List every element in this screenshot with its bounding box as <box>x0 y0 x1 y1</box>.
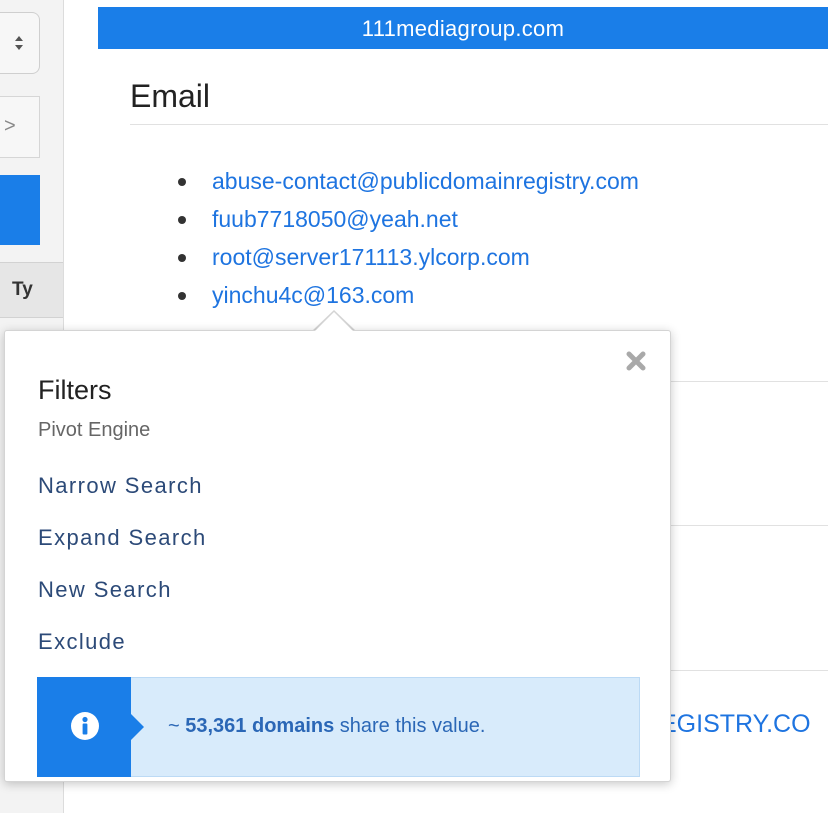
email-link[interactable]: yinchu4c@163.com <box>176 278 639 316</box>
chevron-right-icon: > <box>4 115 16 137</box>
info-count: 53,361 domains <box>185 715 335 737</box>
email-list: abuse-contact@publicdomainregistry.com f… <box>176 164 639 316</box>
divider <box>130 124 828 125</box>
registrar-link[interactable]: EGISTRY.CO <box>660 710 811 739</box>
sort-select[interactable] <box>0 12 40 74</box>
primary-button[interactable] <box>0 175 40 245</box>
info-prefix: ~ <box>168 715 186 737</box>
expand-search-link[interactable]: Expand Search <box>38 525 207 551</box>
popover-arrow <box>314 312 354 332</box>
domain-header: 111mediagroup.com <box>98 7 828 49</box>
column-header-label: Ty <box>12 279 33 300</box>
popover-subtitle: Pivot Engine <box>38 419 151 441</box>
email-link[interactable]: fuub7718050@yeah.net <box>176 202 639 240</box>
new-search-link[interactable]: New Search <box>38 577 172 603</box>
info-text: ~ 53,361 domains share this value. <box>168 715 485 738</box>
email-link[interactable]: abuse-contact@publicdomainregistry.com <box>176 164 639 202</box>
column-header-type[interactable]: Ty <box>0 262 63 318</box>
sort-icon <box>15 36 23 50</box>
filters-popover: Filters Pivot Engine Narrow Search Expan… <box>4 330 671 782</box>
email-link[interactable]: root@server171113.ylcorp.com <box>176 240 639 278</box>
info-banner-side <box>37 677 144 777</box>
narrow-search-link[interactable]: Narrow Search <box>38 473 203 499</box>
close-icon[interactable] <box>622 347 650 375</box>
info-suffix: share this value. <box>334 715 486 737</box>
info-banner: ~ 53,361 domains share this value. <box>37 677 640 777</box>
next-page-button[interactable]: > <box>0 96 40 158</box>
section-title: Email <box>130 78 211 114</box>
popover-title: Filters <box>38 375 112 405</box>
exclude-link[interactable]: Exclude <box>38 629 126 655</box>
info-icon <box>71 712 99 740</box>
